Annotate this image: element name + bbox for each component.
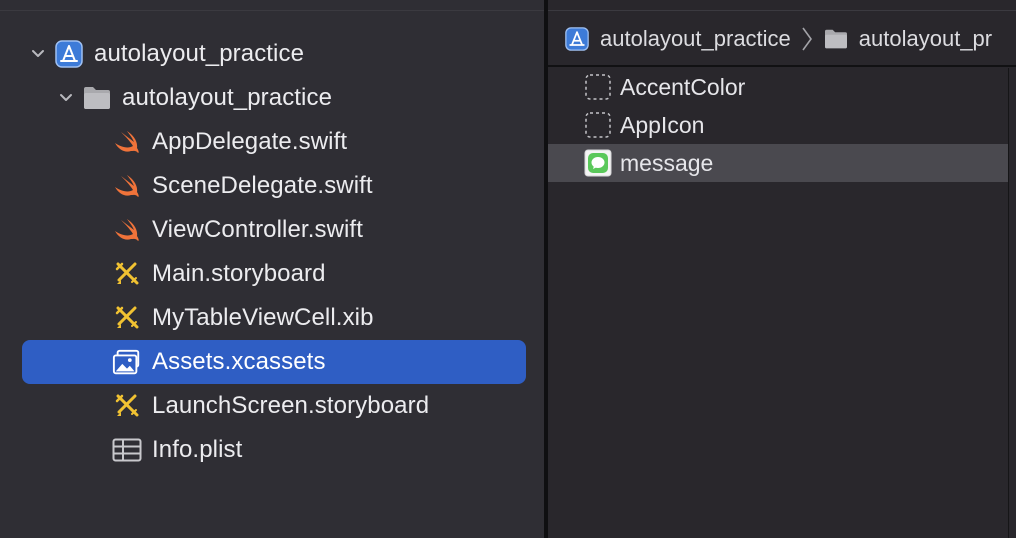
color-set-icon <box>584 73 612 101</box>
nav-item-label: SceneDelegate.swift <box>152 172 373 199</box>
image-set-icon <box>584 149 612 177</box>
asset-label: AppIcon <box>620 111 705 138</box>
asset-catalog-editor: autolayout_practice autolayout_pr Accent… <box>548 0 1016 538</box>
nav-item-project[interactable]: autolayout_practice <box>0 32 544 76</box>
nav-item-file-selected[interactable]: Assets.xcassets <box>0 340 544 384</box>
nav-item-label: autolayout_practice <box>94 40 305 67</box>
plist-table-icon <box>112 435 142 465</box>
nav-item-file[interactable]: AppDelegate.swift <box>0 120 544 164</box>
nav-item-folder[interactable]: autolayout_practice <box>0 76 544 120</box>
nav-item-label: Info.plist <box>152 436 243 463</box>
nav-item-file[interactable]: ViewController.swift <box>0 208 544 252</box>
asset-item[interactable]: AppIcon <box>548 106 1008 144</box>
asset-catalog-icon <box>112 347 142 377</box>
divider <box>0 10 544 11</box>
asset-item[interactable]: AccentColor <box>548 68 1008 106</box>
nav-item-label: ViewController.swift <box>152 216 363 243</box>
nav-item-label: AppDelegate.swift <box>152 128 348 155</box>
asset-item-selected[interactable]: message <box>548 144 1008 182</box>
storyboard-icon <box>112 259 142 289</box>
nav-item-file[interactable]: SceneDelegate.swift <box>0 164 544 208</box>
storyboard-icon <box>112 303 142 333</box>
folder-icon <box>82 83 112 113</box>
nav-item-file[interactable]: MyTableViewCell.xib <box>0 296 544 340</box>
asset-label: message <box>620 149 714 176</box>
nav-item-label: Main.storyboard <box>152 260 326 287</box>
swift-file-icon <box>112 215 142 245</box>
divider <box>548 10 1016 11</box>
breadcrumb-item[interactable]: autolayout_practice <box>600 26 791 52</box>
xcode-project-icon <box>54 39 84 69</box>
folder-icon <box>823 26 849 52</box>
swift-file-icon <box>112 127 142 157</box>
nav-item-file[interactable]: Main.storyboard <box>0 252 544 296</box>
asset-label: AccentColor <box>620 73 746 100</box>
chevron-down-icon[interactable] <box>30 46 46 62</box>
chevron-down-icon[interactable] <box>58 90 74 106</box>
nav-item-label: autolayout_practice <box>122 84 333 111</box>
divider <box>548 65 1016 67</box>
breadcrumb-item[interactable]: autolayout_pr <box>859 26 992 52</box>
nav-item-label: MyTableViewCell.xib <box>152 304 374 331</box>
nav-item-file[interactable]: Info.plist <box>0 428 544 472</box>
storyboard-icon <box>112 391 142 421</box>
nav-item-label: LaunchScreen.storyboard <box>152 392 430 419</box>
chevron-right-icon <box>801 26 815 52</box>
app-icon-set-icon <box>584 111 612 139</box>
divider <box>1008 68 1009 538</box>
swift-file-icon <box>112 171 142 201</box>
nav-item-file[interactable]: LaunchScreen.storyboard <box>0 384 544 428</box>
project-navigator: autolayout_practice autolayout_practice … <box>0 0 544 538</box>
nav-item-label: Assets.xcassets <box>152 348 326 375</box>
xcode-project-icon <box>564 26 590 52</box>
jump-bar: autolayout_practice autolayout_pr <box>548 19 1016 59</box>
